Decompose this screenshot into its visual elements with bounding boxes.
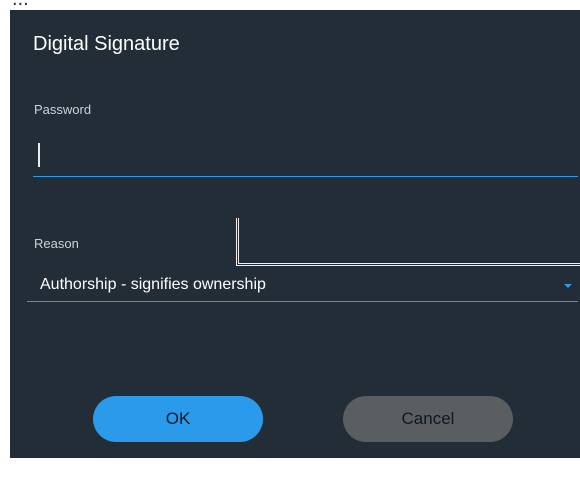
text-caret	[38, 143, 40, 167]
dialog-title: Digital Signature	[33, 33, 180, 55]
digital-signature-dialog: Digital Signature Password Reason Author…	[10, 10, 580, 458]
password-label: Password	[34, 102, 92, 117]
reason-dropdown[interactable]: Authorship - signifies ownership	[27, 274, 578, 302]
resize-handle[interactable]	[236, 218, 580, 266]
background-text-strip: ...	[0, 0, 580, 10]
page: ... Digital Signature Password Reason Au…	[0, 0, 580, 481]
background-text: ...	[12, 0, 29, 10]
caret-down-icon[interactable]	[564, 284, 572, 288]
background-bottom-strip	[0, 458, 580, 481]
cancel-button[interactable]: Cancel	[343, 396, 513, 442]
ok-button[interactable]: OK	[93, 396, 263, 442]
reason-label: Reason	[34, 236, 79, 251]
password-input[interactable]	[33, 137, 578, 177]
reason-selected-value: Authorship - signifies ownership	[40, 276, 266, 293]
